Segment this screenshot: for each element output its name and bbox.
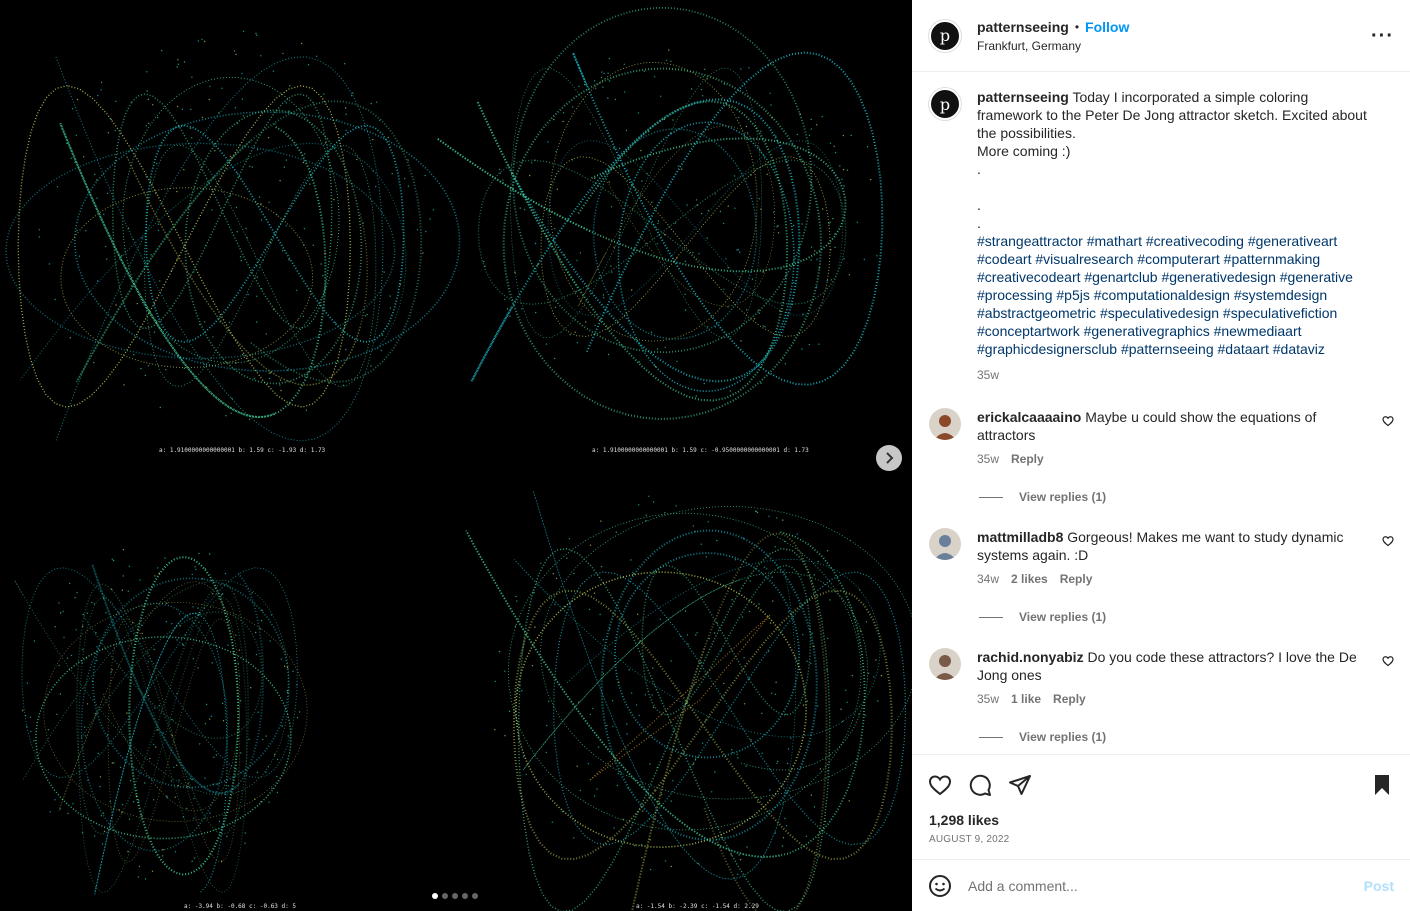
reply-button[interactable]: Reply bbox=[1060, 570, 1093, 588]
comment: rachid.nonyabiz Do you code these attrac… bbox=[929, 648, 1394, 708]
attractor-panel bbox=[14, 549, 308, 895]
view-replies-label: View replies (1) bbox=[1019, 730, 1107, 744]
emoji-button[interactable] bbox=[928, 874, 952, 898]
carousel-dot bbox=[472, 893, 478, 899]
avatar-photo bbox=[929, 408, 961, 440]
caption-dot: . bbox=[977, 161, 981, 177]
attractor-panel bbox=[465, 490, 912, 911]
comment: erickalcaaaaino Maybe u could show the e… bbox=[929, 408, 1394, 468]
like-button[interactable] bbox=[928, 773, 952, 797]
commenter-avatar[interactable] bbox=[929, 408, 961, 440]
carousel-dot bbox=[452, 893, 458, 899]
author-avatar[interactable]: p bbox=[929, 19, 961, 52]
heart-icon bbox=[1382, 536, 1394, 547]
post-header: p patternseeing • Follow Frankfurt, Germ… bbox=[912, 0, 1410, 72]
heart-icon bbox=[928, 774, 952, 795]
post-location[interactable]: Frankfurt, Germany bbox=[977, 39, 1371, 53]
post-comment-button[interactable]: Post bbox=[1364, 878, 1394, 894]
avatar-letter: p bbox=[939, 26, 951, 45]
carousel-dot bbox=[432, 893, 438, 899]
separator-dot: • bbox=[1074, 19, 1080, 34]
comment-age: 35w bbox=[977, 452, 1000, 466]
send-icon bbox=[1009, 774, 1031, 795]
post-media[interactable]: a: 1.9100000000000001 b: 1.59 c: -1.93 d… bbox=[0, 0, 912, 911]
post-modal: a: 1.9100000000000001 b: 1.59 c: -1.93 d… bbox=[0, 0, 1410, 911]
heart-icon bbox=[1382, 656, 1394, 667]
avatar-letter: p bbox=[939, 94, 951, 114]
avatar-photo bbox=[929, 528, 961, 560]
comment-likes[interactable]: 2 likes bbox=[1011, 570, 1048, 588]
comment-button[interactable] bbox=[968, 773, 992, 797]
commenter-avatar[interactable] bbox=[929, 528, 961, 560]
view-replies-button[interactable]: View replies (1) bbox=[979, 610, 1394, 624]
caption-hashtags[interactable]: #strangeattractor #mathart #creativecodi… bbox=[977, 232, 1377, 358]
comment-list: erickalcaaaaino Maybe u could show the e… bbox=[929, 408, 1394, 744]
next-slide-button[interactable] bbox=[876, 445, 902, 471]
view-replies-label: View replies (1) bbox=[1019, 610, 1107, 624]
commenter-avatar[interactable] bbox=[929, 648, 961, 680]
chevron-right-icon bbox=[886, 452, 894, 464]
comment-like-button[interactable] bbox=[1382, 654, 1394, 672]
attractor-artwork bbox=[5, 6, 912, 911]
author-username[interactable]: patternseeing bbox=[977, 19, 1069, 35]
attractor-panel bbox=[5, 30, 461, 442]
reply-button[interactable]: Reply bbox=[1053, 690, 1086, 708]
params-label-2: a: 1.9100000000000001 b: 1.59 c: -0.9500… bbox=[592, 447, 809, 454]
carousel-dot bbox=[442, 893, 448, 899]
carousel-dot bbox=[462, 893, 468, 899]
comment-input[interactable] bbox=[968, 877, 1364, 894]
attractor-panel bbox=[436, 6, 884, 421]
view-replies-button[interactable]: View replies (1) bbox=[979, 490, 1394, 504]
likes-count[interactable]: 1,298 likes bbox=[912, 812, 1410, 828]
save-button[interactable] bbox=[1370, 773, 1394, 797]
more-options-icon[interactable]: ··· bbox=[1371, 26, 1394, 46]
follow-button[interactable]: Follow bbox=[1085, 19, 1129, 35]
caption-dot: . bbox=[977, 215, 981, 231]
heart-icon bbox=[1382, 416, 1394, 427]
comment: mattmilladb8 Gorgeous! Makes me want to … bbox=[929, 528, 1394, 588]
params-label-3: a: -3.94 b: -0.68 c: -0.63 d: 5 bbox=[184, 903, 296, 910]
caption-age: 35w bbox=[977, 368, 1000, 382]
post-sidebar: p patternseeing • Follow Frankfurt, Germ… bbox=[912, 0, 1410, 911]
avatar-photo bbox=[929, 648, 961, 680]
commenter-username[interactable]: rachid.nonyabiz bbox=[977, 649, 1084, 665]
comment-age: 34w bbox=[977, 572, 1000, 586]
bookmark-icon bbox=[1375, 774, 1389, 795]
commenter-username[interactable]: mattmilladb8 bbox=[977, 529, 1063, 545]
caption-dot: . bbox=[977, 197, 981, 213]
comment-likes[interactable]: 1 like bbox=[1011, 690, 1041, 708]
comments-scroll-area[interactable]: p patternseeing Today I incorporated a s… bbox=[912, 72, 1410, 754]
add-comment-bar: Post bbox=[912, 859, 1410, 911]
caption-line: More coming :) bbox=[977, 143, 1071, 159]
carousel-indicator bbox=[432, 893, 478, 899]
caption-username[interactable]: patternseeing bbox=[977, 89, 1069, 105]
post-date: August 9, 2022 bbox=[929, 834, 1010, 845]
comment-icon bbox=[969, 774, 991, 796]
comment-like-button[interactable] bbox=[1382, 534, 1394, 552]
params-label-1: a: 1.9100000000000001 b: 1.59 c: -1.93 d… bbox=[159, 447, 326, 454]
params-label-4: a: -1.54 b: -2.39 c: -1.54 d: 2.29 bbox=[636, 903, 759, 910]
caption-author-avatar[interactable]: p bbox=[929, 88, 961, 120]
emoji-icon bbox=[929, 874, 951, 897]
share-button[interactable] bbox=[1008, 773, 1032, 797]
reply-button[interactable]: Reply bbox=[1011, 450, 1044, 468]
comment-like-button[interactable] bbox=[1382, 414, 1394, 432]
commenter-username[interactable]: erickalcaaaaino bbox=[977, 409, 1081, 425]
action-bar bbox=[912, 754, 1410, 814]
caption: p patternseeing Today I incorporated a s… bbox=[929, 88, 1394, 384]
view-replies-label: View replies (1) bbox=[1019, 490, 1107, 504]
comment-age: 35w bbox=[977, 692, 1000, 706]
view-replies-button[interactable]: View replies (1) bbox=[979, 730, 1394, 744]
